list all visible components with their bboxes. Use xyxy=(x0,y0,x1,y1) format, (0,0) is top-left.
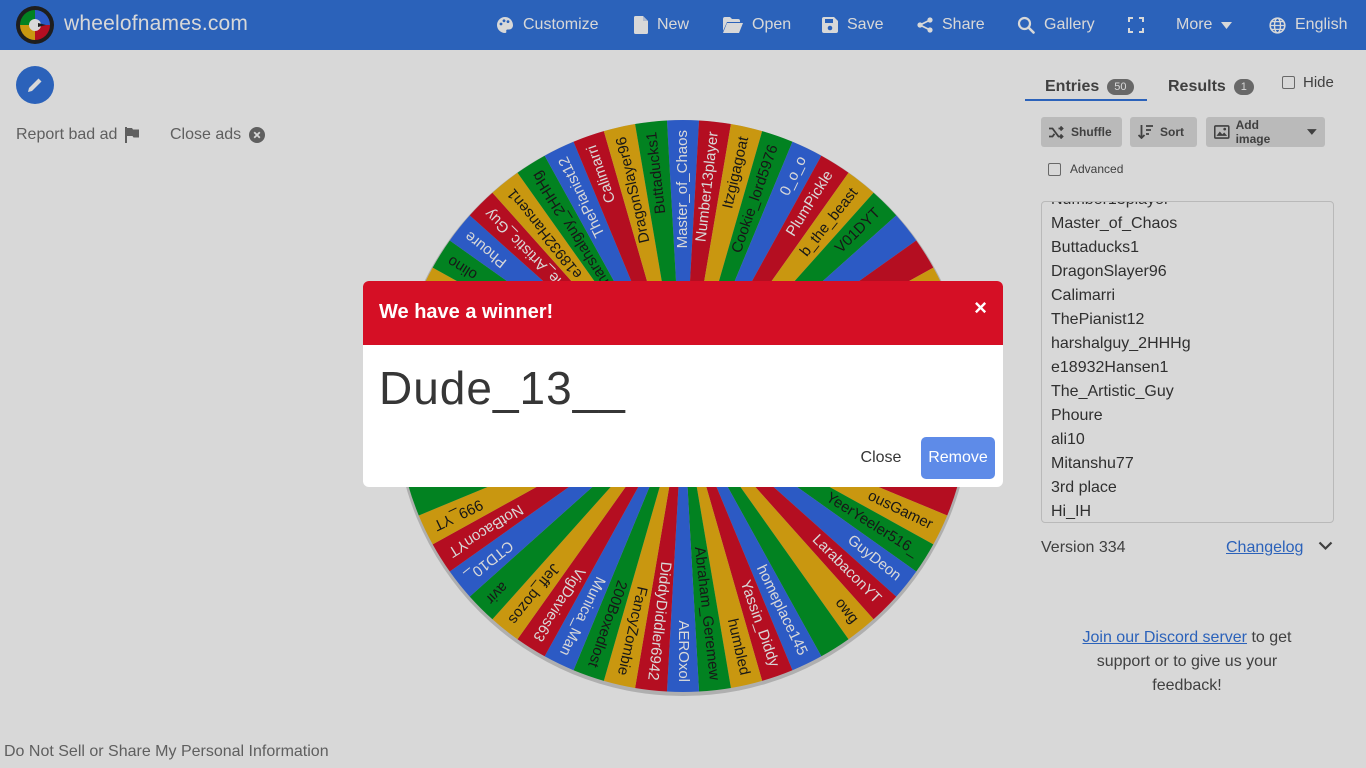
remove-button[interactable]: Remove xyxy=(921,437,995,479)
close-button[interactable]: Close xyxy=(848,438,914,478)
close-x-icon[interactable]: × xyxy=(974,295,987,321)
winner-dialog-title: We have a winner! xyxy=(379,301,554,323)
winner-name: Dude_13__ xyxy=(379,362,626,414)
winner-dialog: We have a winner! × Dude_13__ Close Remo… xyxy=(363,281,1003,487)
winner-dialog-header: We have a winner! × xyxy=(363,281,1003,345)
